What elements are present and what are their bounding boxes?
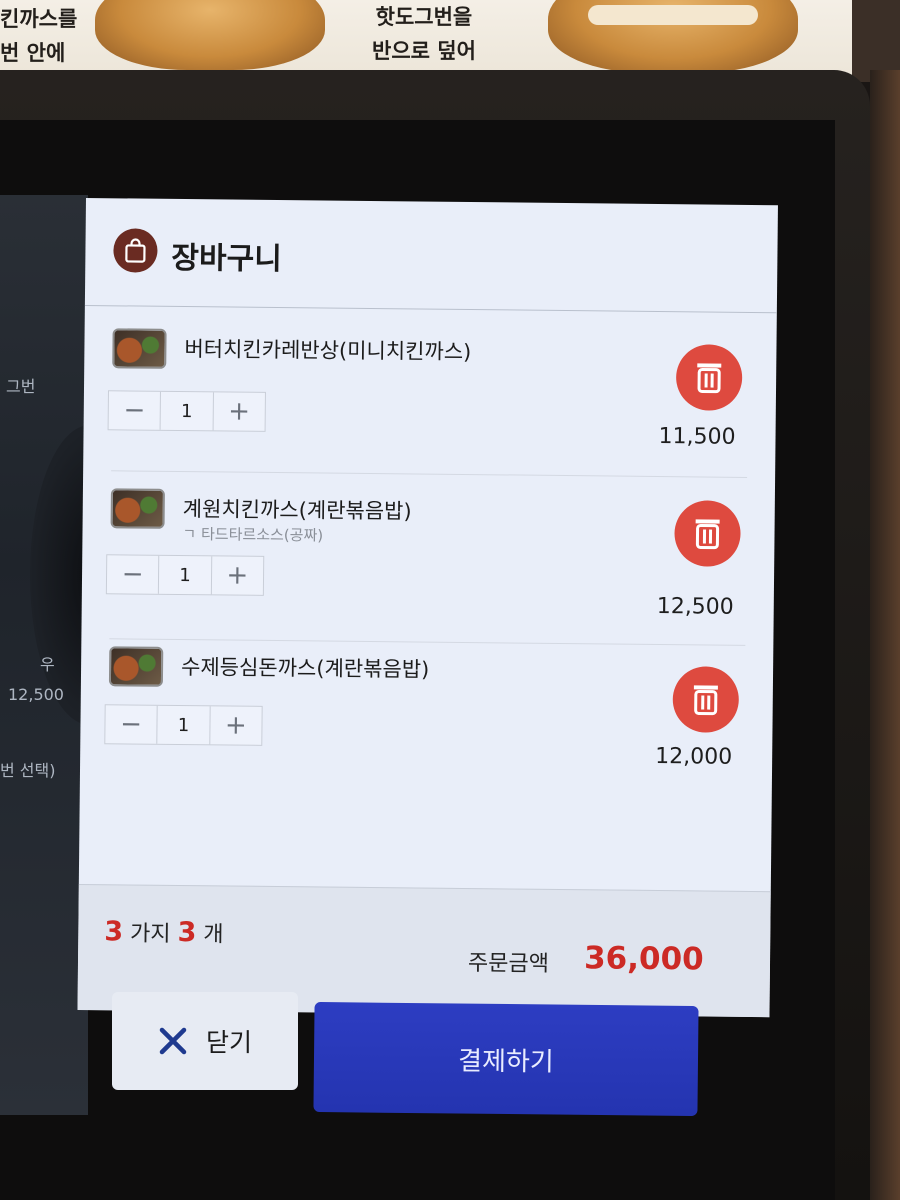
food-photo (95, 0, 325, 70)
item-price: 11,500 (658, 424, 736, 450)
quantity-value: 1 (158, 555, 212, 595)
items-label: 개 (203, 922, 224, 948)
increase-button[interactable]: + (210, 706, 262, 745)
quantity-value: 1 (156, 705, 211, 745)
cart-modal: 장바구니 버터치킨카레반상(미니치킨까스) − 1 + 11,500 계원치킨까… (77, 198, 778, 1018)
menu-fragment-text: 그번 (6, 377, 36, 396)
underlying-menu-fragment: 그번 우 12,500 번 선택) (0, 195, 88, 1115)
close-button[interactable]: 닫기 (112, 992, 298, 1090)
menu-photo (30, 425, 88, 725)
shopping-bag-icon (113, 228, 158, 273)
quantity-stepper: − 1 + (104, 704, 263, 746)
poster-text-left: 킨까스를 번 안에 (0, 7, 78, 65)
item-thumbnail (110, 488, 165, 529)
decrease-button[interactable]: − (109, 391, 161, 430)
food-photo (548, 0, 798, 73)
menu-fragment-text: 번 선택) (0, 761, 56, 780)
pay-button-label: 결제하기 (457, 1045, 554, 1077)
item-name: 수제등심돈까스(계란볶음밥) (180, 655, 430, 682)
cart-header: 장바구니 (84, 198, 778, 314)
item-price: 12,500 (656, 594, 734, 620)
increase-button[interactable]: + (212, 556, 264, 595)
decrease-button[interactable]: − (107, 555, 159, 594)
cart-item: 수제등심돈까스(계란볶음밥) − 1 + 12,000 (80, 646, 774, 813)
items-count: 3 (177, 917, 197, 949)
delete-item-button[interactable] (675, 344, 743, 411)
delete-item-button[interactable] (672, 666, 740, 733)
item-thumbnail (112, 328, 167, 369)
kinds-label: 가지 (129, 921, 171, 947)
kinds-count: 3 (104, 916, 124, 948)
item-name: 버터치킨카레반상(미니치킨까스) (184, 337, 472, 365)
quantity-stepper: − 1 + (105, 554, 265, 596)
item-option: ㄱ 타드타르소스(공짜) (182, 525, 324, 545)
poster-text-right: 핫도그번을 반으로 덮어 (372, 5, 476, 63)
quantity-value: 1 (159, 391, 214, 431)
item-thumbnail (108, 646, 164, 687)
item-name: 계원치킨까스(계란볶음밥) (182, 497, 412, 524)
quantity-stepper: − 1 + (107, 390, 266, 432)
close-x-icon (159, 1027, 187, 1055)
total-label: 주문금액 (467, 951, 550, 977)
delete-item-button[interactable] (674, 500, 741, 567)
menu-fragment-text: 우 (40, 655, 55, 674)
trash-icon (697, 363, 722, 394)
cart-title: 장바구니 (171, 240, 282, 278)
decrease-button[interactable]: − (105, 705, 157, 744)
close-button-label: 닫기 (205, 1028, 252, 1057)
wall-background (870, 70, 900, 1200)
menu-fragment-price: 12,500 (8, 685, 64, 704)
total-value: 36,000 (583, 940, 704, 978)
item-price: 12,000 (655, 743, 733, 770)
pay-button[interactable]: 결제하기 (313, 1001, 699, 1117)
increase-button[interactable]: + (213, 392, 265, 431)
cart-item: 계원치킨까스(계란볶음밥) ㄱ 타드타르소스(공짜) − 1 + 12,500 (81, 488, 775, 655)
trash-icon (693, 685, 718, 716)
trash-icon (695, 519, 720, 550)
item-count: 3 가지 3 개 (104, 915, 224, 948)
